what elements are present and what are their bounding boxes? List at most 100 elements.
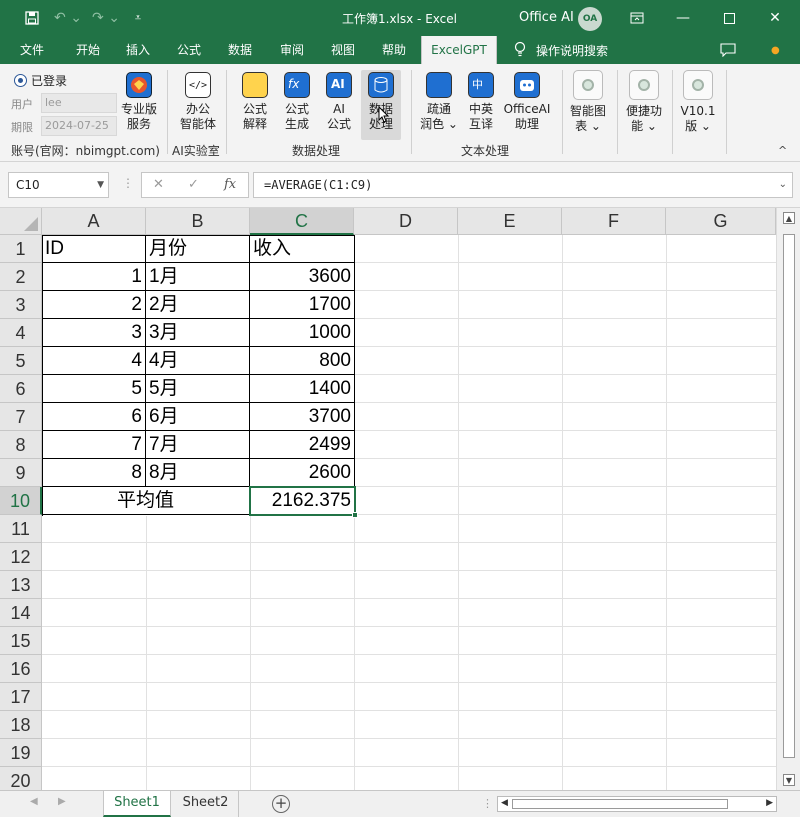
row-header[interactable]: 17	[0, 683, 42, 711]
tab-help[interactable]: 帮助	[368, 36, 420, 64]
tab-insert[interactable]: 插入	[112, 36, 164, 64]
next-sheet-icon[interactable]: ▶	[58, 796, 66, 807]
row-header[interactable]: 10	[0, 487, 42, 515]
table-cell[interactable]: 2月	[146, 291, 250, 319]
column-header-a[interactable]: A	[42, 208, 146, 235]
table-cell[interactable]: 7月	[146, 431, 250, 459]
table-cell[interactable]: 1月	[146, 263, 250, 291]
scroll-thumb[interactable]	[512, 799, 728, 809]
table-cell[interactable]: 6月	[146, 403, 250, 431]
formula-explain-button[interactable]: 公式 解释	[238, 72, 272, 132]
table-cell[interactable]: 8	[42, 459, 146, 487]
column-header-b[interactable]: B	[146, 208, 250, 235]
table-cell[interactable]: 8月	[146, 459, 250, 487]
column-header-d[interactable]: D	[354, 208, 458, 235]
login-status[interactable]: 已登录	[14, 72, 67, 89]
cell-b1[interactable]: 月份	[146, 235, 250, 263]
comments-icon[interactable]	[720, 36, 736, 64]
tab-split-grip-icon[interactable]: ⋮	[482, 797, 493, 810]
tab-review[interactable]: 审阅	[266, 36, 318, 64]
row-header[interactable]: 9	[0, 459, 42, 487]
table-cell[interactable]: 5	[42, 375, 146, 403]
scroll-thumb[interactable]	[783, 234, 795, 758]
row-header[interactable]: 19	[0, 739, 42, 767]
row-header[interactable]: 4	[0, 319, 42, 347]
version-button[interactable]: V10.1 版 ⌄	[677, 70, 719, 134]
table-cell[interactable]: 2600	[250, 459, 355, 487]
column-header-g[interactable]: G	[666, 208, 776, 235]
scroll-right-icon[interactable]: ▶	[766, 798, 773, 808]
vertical-scrollbar[interactable]: ▲ ▼	[776, 208, 800, 790]
row-header[interactable]: 6	[0, 375, 42, 403]
select-all-button[interactable]	[0, 208, 42, 235]
maximize-button[interactable]	[706, 0, 752, 36]
scroll-up-icon[interactable]: ▲	[783, 212, 795, 224]
name-box[interactable]: C10 ▼	[8, 172, 109, 198]
table-cell[interactable]: 3600	[250, 263, 355, 291]
column-header-c[interactable]: C	[250, 208, 354, 235]
customize-quick-access-icon[interactable]: ⩡	[130, 0, 146, 36]
row-header[interactable]: 1	[0, 235, 42, 263]
minimize-button[interactable]: —	[660, 0, 706, 36]
table-cell[interactable]: 3	[42, 319, 146, 347]
row-header[interactable]: 8	[0, 431, 42, 459]
table-cell[interactable]: 4月	[146, 347, 250, 375]
cell-c1[interactable]: 收入	[250, 235, 355, 263]
expand-formula-icon[interactable]: ⌄	[779, 173, 787, 197]
polish-button[interactable]: 疏通 润色 ⌄	[419, 72, 459, 132]
tab-data[interactable]: 数据	[214, 36, 266, 64]
column-header-e[interactable]: E	[458, 208, 562, 235]
chevron-down-icon[interactable]: ▼	[97, 173, 104, 197]
add-sheet-icon[interactable]: +	[272, 795, 290, 813]
tab-excelgpt[interactable]: ExcelGPT	[421, 36, 497, 64]
tell-me-search[interactable]: 操作说明搜索	[514, 36, 608, 64]
collapse-ribbon-icon[interactable]: ^	[778, 144, 787, 157]
row-header[interactable]: 20	[0, 767, 42, 790]
tab-file[interactable]: 文件	[6, 36, 58, 64]
tab-formulas[interactable]: 公式	[163, 36, 215, 64]
prev-sheet-icon[interactable]: ◀	[30, 796, 38, 807]
sheet-tab-sheet2[interactable]: Sheet2	[173, 791, 239, 817]
table-cell[interactable]: 1400	[250, 375, 355, 403]
ribbon-display-options-icon[interactable]	[614, 0, 660, 36]
sheet-tab-sheet1[interactable]: Sheet1	[103, 791, 171, 817]
scroll-left-icon[interactable]: ◀	[501, 798, 508, 808]
undo-icon[interactable]: ↶ ⌄	[52, 0, 84, 36]
cell-a1[interactable]: ID	[42, 235, 146, 263]
table-cell[interactable]: 1	[42, 263, 146, 291]
row-header[interactable]: 12	[0, 543, 42, 571]
user-field[interactable]: lee	[41, 93, 117, 113]
table-cell[interactable]: 3月	[146, 319, 250, 347]
ai-formula-button[interactable]: AI AI 公式	[322, 72, 356, 132]
row-header[interactable]: 2	[0, 263, 42, 291]
formula-input[interactable]: =AVERAGE(C1:C9) ⌄	[253, 172, 793, 198]
cancel-icon[interactable]: ✕	[153, 177, 164, 192]
row-header[interactable]: 13	[0, 571, 42, 599]
row-header[interactable]: 5	[0, 347, 42, 375]
fill-handle[interactable]	[352, 512, 358, 518]
office-agent-button[interactable]: </> 办公 智能体	[176, 72, 220, 132]
quick-functions-button[interactable]: 便捷功 能 ⌄	[622, 70, 666, 134]
row-header[interactable]: 15	[0, 627, 42, 655]
worksheet-grid[interactable]: A B C D E F G 1 2 3 4 5 6 7 8 9 10 11 12…	[0, 208, 776, 790]
close-button[interactable]: ✕	[752, 0, 798, 36]
table-cell[interactable]: 3700	[250, 403, 355, 431]
table-cell[interactable]: 2	[42, 291, 146, 319]
smart-chart-button[interactable]: 智能图 表 ⌄	[567, 70, 609, 134]
row-header[interactable]: 11	[0, 515, 42, 543]
expiry-field[interactable]: 2024-07-25	[41, 116, 117, 136]
row-header[interactable]: 14	[0, 599, 42, 627]
save-icon[interactable]	[20, 0, 44, 36]
column-header-f[interactable]: F	[562, 208, 666, 235]
tab-view[interactable]: 视图	[317, 36, 369, 64]
translate-button[interactable]: 中 中英 互译	[463, 72, 499, 132]
pro-service-button[interactable]: 专业版 服务	[119, 72, 159, 132]
table-cell[interactable]: 1000	[250, 319, 355, 347]
row-header[interactable]: 7	[0, 403, 42, 431]
horizontal-scrollbar[interactable]: ◀ ▶	[497, 796, 777, 812]
table-cell[interactable]: 7	[42, 431, 146, 459]
data-processing-button[interactable]: 数据 处理	[361, 70, 401, 140]
table-cell[interactable]: 5月	[146, 375, 250, 403]
table-cell[interactable]: 1700	[250, 291, 355, 319]
table-cell[interactable]: 2499	[250, 431, 355, 459]
